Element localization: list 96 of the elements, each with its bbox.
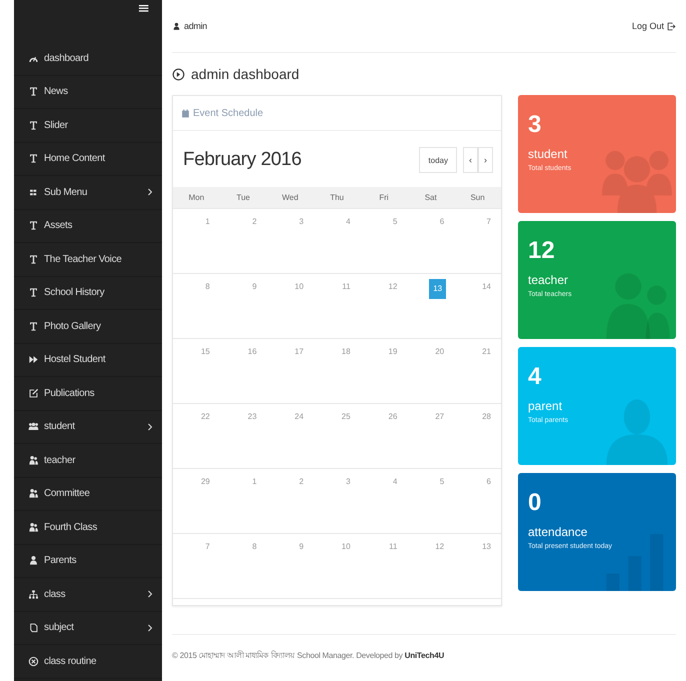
panel-title: Event Schedule [193, 108, 264, 118]
text-cursor-icon [28, 320, 39, 332]
calendar-day[interactable]: 4 [344, 214, 352, 230]
calendar-day[interactable]: 10 [340, 539, 352, 555]
weekday-header: Thu [330, 193, 344, 202]
next-month-button[interactable]: › [478, 147, 493, 173]
edit-icon [28, 388, 39, 399]
calendar-day[interactable]: 13 [480, 539, 493, 555]
username: admin [184, 21, 208, 31]
calendar-day[interactable]: 23 [246, 409, 259, 425]
today-button[interactable]: today [419, 147, 457, 173]
stat-label: teacher [528, 273, 568, 287]
calendar-day[interactable]: 9 [297, 539, 306, 555]
calendar-day[interactable]: 3 [344, 474, 352, 490]
calendar-day[interactable]: 10 [292, 279, 306, 295]
stat-value: 0 [528, 489, 542, 517]
stat-label: attendance [528, 525, 588, 539]
sitemap-icon [28, 588, 39, 600]
sidebar-item[interactable]: Hostel Student [14, 344, 162, 377]
fast-forward-icon [28, 354, 39, 366]
stat-value: 4 [528, 363, 542, 391]
calendar-day[interactable]: 27 [433, 409, 446, 425]
calendar-day[interactable]: 2 [250, 214, 259, 230]
sidebar-item[interactable]: Home Content [14, 142, 162, 176]
page-title: admin dashboard [191, 66, 300, 82]
calendar-day[interactable]: 6 [484, 474, 493, 490]
calendar-day[interactable]: 4 [390, 474, 400, 490]
calendar-day[interactable]: 11 [386, 539, 400, 555]
calendar-day[interactable]: 12 [433, 539, 446, 555]
developer-link[interactable]: UniTech4U [404, 651, 444, 660]
calendar-day[interactable]: 17 [292, 344, 306, 360]
calendar-day[interactable]: 16 [246, 344, 259, 360]
calendar-day[interactable]: 15 [198, 344, 212, 360]
weekday-header: Sun [470, 193, 485, 202]
stat-label: parent [528, 399, 562, 413]
text-cursor-icon [28, 120, 39, 131]
previous-month-button[interactable]: ‹ [463, 147, 478, 173]
circle-x-icon [28, 656, 39, 667]
stat-label: student [528, 147, 568, 161]
calendar-day[interactable]: 8 [250, 539, 259, 555]
month-title: February 2016 [183, 149, 302, 171]
weekday-header: Tue [236, 193, 250, 202]
calendar-day[interactable]: 26 [386, 409, 400, 425]
calendar-day[interactable]: 5 [438, 474, 446, 490]
calendar-day[interactable]: 20 [433, 344, 446, 360]
logout-button[interactable]: Log Out [632, 21, 676, 31]
calendar-day[interactable]: 22 [198, 409, 212, 425]
calendar-day[interactable]: 3 [297, 214, 306, 230]
calendar-day[interactable]: 25 [340, 409, 352, 425]
calendar-day[interactable]: 19 [386, 344, 400, 360]
sidebar-item[interactable]: subject [14, 612, 162, 645]
user-pair-icon [28, 522, 39, 533]
sidebar-item[interactable]: Assets [14, 210, 162, 243]
text-cursor-icon [28, 287, 39, 298]
user-icon [172, 22, 181, 30]
logout-icon [667, 22, 676, 30]
calendar-day[interactable]: 18 [340, 344, 352, 360]
text-cursor-icon [28, 254, 39, 265]
footer-text: © 2015 মোহাম্মাদ আলী মাধ্যমিক বিদ্যালয় School Manager. Developed by UniTech4U [172, 651, 444, 660]
calendar-day[interactable]: 7 [484, 214, 493, 230]
calendar-day[interactable]: 12 [386, 279, 400, 295]
stat-value: 3 [528, 111, 542, 139]
weekday-header: Mon [188, 193, 204, 202]
text-cursor-icon [28, 86, 39, 98]
text-cursor-icon [28, 220, 39, 232]
calendar-day[interactable]: 14 [480, 279, 493, 295]
stat-value: 12 [528, 237, 555, 265]
weekday-header: Wed [282, 193, 298, 202]
calendar-day[interactable]: 11 [340, 279, 352, 295]
calendar-day[interactable]: 13 [429, 279, 446, 299]
sidebar-item[interactable]: News [14, 76, 162, 109]
calendar-day[interactable]: 2 [297, 474, 306, 490]
users-icon [28, 421, 39, 432]
calendar-day[interactable]: 1 [250, 474, 259, 490]
calendar-day[interactable]: 6 [438, 214, 446, 230]
calendar-day[interactable]: 1 [203, 214, 212, 230]
calendar-day[interactable]: 8 [203, 279, 212, 295]
user-pair-icon [28, 488, 39, 500]
text-cursor-icon [28, 153, 39, 164]
sidebar-item[interactable]: student [14, 410, 162, 444]
user-pair-icon [28, 454, 39, 466]
calendar-day[interactable]: 9 [250, 279, 259, 295]
weekday-header: Fri [379, 193, 389, 202]
calendar-day[interactable]: 5 [390, 214, 400, 230]
menu-toggle-button[interactable]: ≡ [137, 0, 162, 14]
calendar-day[interactable]: 7 [203, 539, 212, 555]
sidebar-item[interactable]: School History [14, 276, 162, 310]
calendar-day[interactable]: 21 [480, 344, 493, 360]
calendar-icon [181, 108, 190, 118]
user-icon [28, 555, 39, 566]
calendar-day[interactable]: 29 [198, 474, 212, 490]
weekday-header: Sat [424, 193, 437, 202]
calendar-day[interactable]: 24 [292, 409, 306, 425]
sidebar-item[interactable]: Committee [14, 478, 162, 511]
sidebar-item[interactable]: Parents [14, 544, 162, 578]
calendar-day[interactable]: 28 [480, 409, 493, 425]
